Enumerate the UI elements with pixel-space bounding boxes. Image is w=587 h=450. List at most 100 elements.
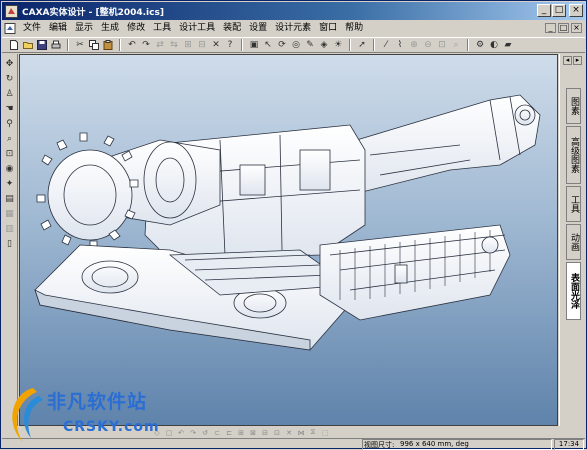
watermark-logo-icon [12,388,43,442]
document-controls: _ □ × [545,23,582,33]
menu-help[interactable]: 帮助 [341,22,367,35]
texture-icon[interactable]: ◈ [318,39,330,51]
minimize-button[interactable]: _ [537,4,551,17]
walk-icon[interactable]: ♙ [4,88,16,100]
bottom-tool-icon[interactable]: ⋈ [296,428,306,437]
delete-icon[interactable]: ✕ [210,39,222,51]
tab-animation[interactable]: 动画 [566,224,581,260]
menu-bar: 文件 编辑 显示 生成 修改 工具 设计工具 装配 设置 设计元素 窗口 帮助 … [2,21,585,36]
render-icon[interactable]: ▣ [248,39,260,51]
zoom-out-icon[interactable]: ⊖ [422,39,434,51]
document-icon[interactable] [4,23,16,34]
panel-right-arrow[interactable]: ▸ [573,56,582,65]
bottom-tool-icon[interactable]: ⊂ [212,428,222,437]
bottom-tool-icon[interactable]: ⊡ [272,428,282,437]
bottom-tool-icon[interactable]: ↺ [200,428,210,437]
select-icon[interactable]: ↖ [262,39,274,51]
paper-icon[interactable]: ▯ [4,238,16,250]
doc-restore-button[interactable]: □ [558,23,569,33]
close-button[interactable]: × [569,4,583,17]
paint-icon[interactable]: ✎ [304,39,316,51]
new-icon[interactable] [8,39,20,51]
tab-tools[interactable]: 工具 [566,186,581,222]
bottom-tool-icon[interactable]: ⊞ [236,428,246,437]
wand-icon[interactable]: ⁄ [380,39,392,51]
menu-edit[interactable]: 编辑 [45,22,71,35]
orbit-icon[interactable]: ◎ [290,39,302,51]
smart-pointer-icon[interactable]: ➚ [356,39,368,51]
view-camera-icon[interactable]: ▤ [4,193,16,205]
fit-icon[interactable]: ⊡ [4,148,16,160]
zoom-icon[interactable]: ⚲ [4,118,16,130]
view-toolbar: ✥ ↻ ♙ ☚ ⚲ ⌕ ⊡ ◉ ✦ ▤ ▦ ▥ ▯ [2,54,18,426]
tab-primitives[interactable]: 图素 [566,88,581,124]
bottom-tool-icon[interactable]: ⊟ [260,428,270,437]
rotate-icon[interactable]: ⟳ [276,39,288,51]
menu-design-tools[interactable]: 设计工具 [175,22,219,35]
menu-window[interactable]: 窗口 [315,22,341,35]
menu-settings[interactable]: 设置 [245,22,271,35]
tab-advanced-primitives[interactable]: 高级图素 [566,126,581,184]
rotate-view-icon[interactable]: ↻ [4,73,16,85]
zoom-window-icon[interactable]: ⌕ [4,133,16,145]
window-title: CAXA实体设计 - [整机2004.ics] [22,7,164,18]
redo-icon[interactable]: ↷ [140,39,152,51]
ungroup-icon[interactable]: ⊟ [196,39,208,51]
car-icon[interactable]: ▰ [502,39,514,51]
menu-modify[interactable]: 修改 [123,22,149,35]
title-bar[interactable]: CAXA实体设计 - [整机2004.ics] _ □ × [2,2,585,20]
measure-icon[interactable]: ▥ [4,223,16,235]
menu-generate[interactable]: 生成 [97,22,123,35]
menu-design-elements[interactable]: 设计元素 [271,22,315,35]
move-icon[interactable]: ✥ [4,58,16,70]
bottom-tool-icon[interactable]: ↷ [188,428,198,437]
open-icon[interactable] [22,39,34,51]
help-icon[interactable]: ? [224,39,236,51]
brush-icon[interactable]: ⌇ [394,39,406,51]
design-element-panel: ◂ ▸ 图素 高级图素 工具 动画 表面光泽 [559,54,585,426]
section-icon[interactable]: ▦ [4,208,16,220]
camera-icon[interactable]: ◐ [488,39,500,51]
status-time: 17:34 [554,439,584,450]
zoom-window-icon[interactable]: ⌕ [450,39,462,51]
bottom-tool-icon[interactable]: ⬚ [320,428,330,437]
watermark-url: CRSKY.com [63,419,160,435]
link-icon[interactable]: ⇄ [154,39,166,51]
menu-file[interactable]: 文件 [19,22,45,35]
bottom-tool-icon[interactable]: ⊏ [224,428,234,437]
light-icon[interactable]: ✦ [4,178,16,190]
unlink-icon[interactable]: ⇆ [168,39,180,51]
maximize-button[interactable]: □ [552,4,566,17]
panel-left-arrow[interactable]: ◂ [563,56,572,65]
menu-tools[interactable]: 工具 [149,22,175,35]
site-watermark: 非凡软件站 CRSKY.com [3,384,173,450]
zoom-in-icon[interactable]: ⊕ [408,39,420,51]
panel-controls: ◂ ▸ [560,54,585,65]
menu-view[interactable]: 显示 [71,22,97,35]
look-at-icon[interactable]: ◉ [4,163,16,175]
bottom-tool-icon[interactable]: ↶ [176,428,186,437]
settings-icon[interactable]: ⚙ [474,39,486,51]
hand-icon[interactable]: ☚ [4,103,16,115]
save-icon[interactable] [36,39,48,51]
caxa-app-icon [5,4,18,18]
print-icon[interactable] [50,39,62,51]
cut-icon[interactable]: ✂ [74,39,86,51]
3d-viewport[interactable] [19,54,558,426]
paste-icon[interactable] [102,39,114,51]
copy-icon[interactable] [88,39,100,51]
bottom-tool-icon[interactable]: ✕ [284,428,294,437]
bottom-tool-icon[interactable]: ⊠ [248,428,258,437]
undo-icon[interactable]: ↶ [126,39,138,51]
watermark-title: 非凡软件站 [47,391,148,413]
tab-surface-finish[interactable]: 表面光泽 [566,262,581,320]
doc-close-button[interactable]: × [571,23,582,33]
app-window: CAXA实体设计 - [整机2004.ics] _ □ × 文件 编辑 显示 生… [0,0,587,450]
group-icon[interactable]: ⊞ [182,39,194,51]
light-icon[interactable]: ☀ [332,39,344,51]
bottom-tool-icon[interactable]: ⧖ [308,428,318,437]
doc-minimize-button[interactable]: _ [545,23,556,33]
toolbar-separator [119,39,121,51]
zoom-fit-icon[interactable]: ⊡ [436,39,448,51]
menu-assembly[interactable]: 装配 [219,22,245,35]
